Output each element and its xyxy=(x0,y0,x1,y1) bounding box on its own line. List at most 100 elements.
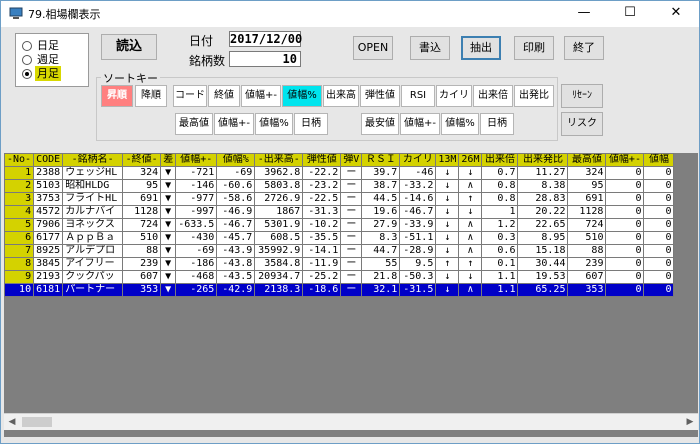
open-button[interactable]: OPEN xyxy=(353,36,393,60)
table-cell: 0 xyxy=(643,257,675,271)
sort-key-change[interactable]: 値幅+- xyxy=(241,85,281,107)
sort-key-high[interactable]: 最高値 xyxy=(175,113,213,135)
sort-key-volume[interactable]: 出来高 xyxy=(323,85,359,107)
date-field[interactable]: 2017/12/00 xyxy=(229,31,302,47)
table-cell: ∧ xyxy=(458,244,483,258)
sort-key-start-ratio[interactable]: 出発比 xyxy=(514,85,554,107)
column-header[interactable]: 13M xyxy=(435,153,460,167)
sort-key-high-change[interactable]: 値幅+- xyxy=(214,113,254,135)
table-cell: 38.7 xyxy=(361,179,401,193)
table-cell: 8.95 xyxy=(517,231,569,245)
table-cell: ▼ xyxy=(160,179,177,193)
table-row[interactable]: 10 6181 パートナー 353 ▼ -265 -42.9 2138.3 -18.6 ー 32.1… xyxy=(4,283,675,297)
table-cell: -51.1 xyxy=(399,231,437,245)
column-header[interactable]: 値幅+- xyxy=(175,153,218,167)
table-row[interactable]: 6 6177 ＡｐｐＢａ 510 ▼ -430 -45.7 608.5 -35.5 ー 8.3 -51… xyxy=(4,231,675,245)
load-button[interactable]: 読込 xyxy=(101,34,157,60)
table-row[interactable]: 2 5103 昭和HLDG 95 ▼ -146 -60.6 5803.8 -23.2 ー 38.7-… xyxy=(4,179,675,193)
scroll-left-icon[interactable]: ◀ xyxy=(4,414,20,430)
sort-key-low-days[interactable]: 日柄 xyxy=(480,113,514,135)
sort-ascending-button[interactable]: 昇順 xyxy=(101,85,133,107)
column-header[interactable]: 値幅% xyxy=(216,153,256,167)
maximize-button[interactable]: ☐ xyxy=(607,1,653,25)
write-button[interactable]: 書込 xyxy=(410,36,450,60)
table-cell: 3962.8 xyxy=(254,166,304,180)
column-header[interactable]: -出来高- xyxy=(254,153,304,167)
table-cell: -58.6 xyxy=(216,192,256,206)
table-row[interactable]: 4 4572 カルナバイ 1128 ▼ -997 -46.9 1867 -31.3 ー 19.6 -4… xyxy=(4,205,675,219)
table-cell: 35992.9 xyxy=(254,244,304,258)
sort-key-high-days[interactable]: 日柄 xyxy=(294,113,328,135)
horizontal-scrollbar[interactable]: ◀ ▶ xyxy=(4,413,698,430)
table-cell: ▼ xyxy=(160,244,177,258)
scroll-thumb[interactable] xyxy=(22,417,52,427)
extract-button[interactable]: 抽出 xyxy=(461,36,501,60)
reset-button[interactable]: ﾘｾｰﾝ xyxy=(561,84,603,108)
sort-key-rsi[interactable]: RSI xyxy=(401,85,435,107)
sort-key-volume-ratio[interactable]: 出来倍 xyxy=(473,85,513,107)
table-cell: ↓ xyxy=(435,283,460,297)
table-cell: 0.3 xyxy=(481,231,519,245)
table-cell: 28.83 xyxy=(517,192,569,206)
sort-descending-button[interactable]: 降順 xyxy=(135,85,167,107)
minimize-button[interactable]: — xyxy=(561,1,607,25)
count-field[interactable]: 10 xyxy=(229,51,301,67)
sort-key-low-change[interactable]: 値幅+- xyxy=(400,113,440,135)
close-button[interactable]: ✕ xyxy=(653,1,699,25)
table-cell: 1.1 xyxy=(481,270,519,284)
table-cell: 7906 xyxy=(33,218,64,232)
radio-monthly[interactable]: 月足 xyxy=(20,66,84,81)
table-row[interactable]: 9 2193 クックパッ 607 ▼ -468 -43.5 20934.7 -25.2 ー 21.8… xyxy=(4,270,675,284)
print-button[interactable]: 印刷 xyxy=(514,36,554,60)
table-cell: 1128 xyxy=(122,205,162,219)
sort-key-code[interactable]: コード xyxy=(173,85,207,107)
table-row[interactable]: 8 3845 アイフリー 239 ▼ -186 -43.8 3584.8 -11.9 ー 55 9.5… xyxy=(4,257,675,271)
column-header[interactable]: 値幅 xyxy=(643,153,675,167)
table-cell: -60.6 xyxy=(216,179,256,193)
table-cell: 8.3 xyxy=(361,231,401,245)
table-cell: 510 xyxy=(122,231,162,245)
sort-key-deviation[interactable]: カイリ xyxy=(436,85,472,107)
table-cell: ↑ xyxy=(435,257,460,271)
column-header[interactable]: 出来発比 xyxy=(517,153,569,167)
column-header[interactable]: -終値- xyxy=(122,153,162,167)
table-cell: 0 xyxy=(643,166,675,180)
table-cell: -265 xyxy=(175,283,218,297)
column-header[interactable]: CODE xyxy=(33,153,64,167)
risk-button[interactable]: リスク xyxy=(561,112,603,136)
title-bar: 79.相場欄表示 — ☐ ✕ xyxy=(1,1,699,27)
column-header[interactable]: 最高値 xyxy=(567,153,607,167)
column-header[interactable]: 値幅+- xyxy=(605,153,645,167)
sort-key-elasticity[interactable]: 弾性値 xyxy=(360,85,400,107)
table-row[interactable]: 1 2388 ウェッジHL 324 ▼ -721 -69 3962.8 -22.2 ー 39.7 -4… xyxy=(4,166,675,180)
sort-key-low[interactable]: 最安値 xyxy=(361,113,399,135)
column-header[interactable]: 弾性値 xyxy=(302,153,342,167)
column-header[interactable]: 弾V xyxy=(340,153,363,167)
radio-weekly[interactable]: 週足 xyxy=(20,52,84,67)
column-header[interactable]: 出来倍 xyxy=(481,153,519,167)
table-cell: 88 xyxy=(122,244,162,258)
table-row[interactable]: 3 3753 フライトHL 691 ▼ -977 -58.6 2726.9 -22.5 ー 44.5… xyxy=(4,192,675,206)
table-cell: 3 xyxy=(4,192,35,206)
column-header[interactable]: 差 xyxy=(160,153,177,167)
radio-circle xyxy=(22,55,32,65)
table-cell: 32.1 xyxy=(361,283,401,297)
column-header[interactable]: -銘柄名- xyxy=(62,153,124,167)
sort-key-close[interactable]: 終値 xyxy=(208,85,240,107)
table-cell: ↓ xyxy=(458,270,483,284)
table-cell: -22.2 xyxy=(302,166,342,180)
scroll-right-icon[interactable]: ▶ xyxy=(682,414,698,430)
column-header[interactable]: カイリ xyxy=(399,153,437,167)
sort-key-high-change-pct[interactable]: 値幅% xyxy=(255,113,293,135)
column-header[interactable]: 26M xyxy=(458,153,483,167)
sort-key-change-pct[interactable]: 値幅% xyxy=(282,85,322,107)
table-cell: ー xyxy=(340,192,363,206)
exit-button[interactable]: 終了 xyxy=(564,36,604,60)
column-header[interactable]: -No- xyxy=(4,153,35,167)
radio-daily[interactable]: 日足 xyxy=(20,38,84,53)
column-header[interactable]: ＲＳＩ xyxy=(361,153,401,167)
table-cell: 7 xyxy=(4,244,35,258)
table-row[interactable]: 7 8925 アルデプロ 88 ▼ -69 -43.9 35992.9 -14.1 ー 44.7 -2… xyxy=(4,244,675,258)
sort-key-low-change-pct[interactable]: 値幅% xyxy=(441,113,479,135)
table-row[interactable]: 5 7906 ヨネックス 724 ▼ -633.5 -46.7 5301.9 -10.2 ー 27.… xyxy=(4,218,675,232)
